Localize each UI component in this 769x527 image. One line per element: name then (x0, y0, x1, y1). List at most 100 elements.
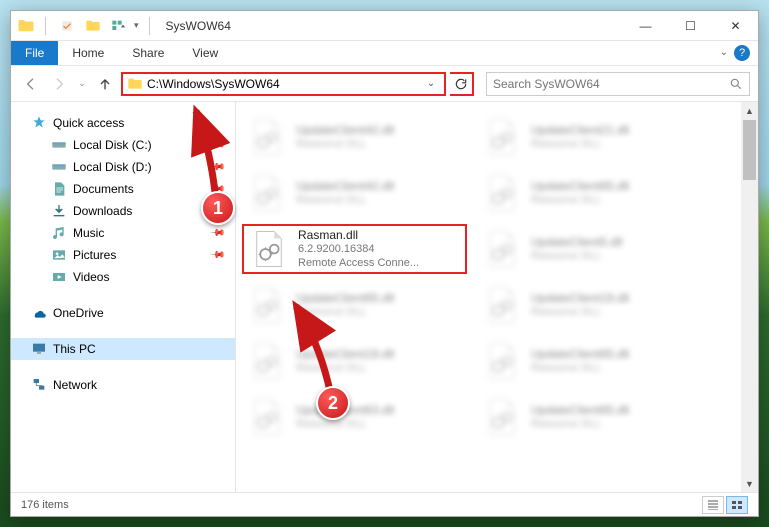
scroll-down-button[interactable]: ▼ (741, 475, 758, 492)
ribbon-expand-icon[interactable]: ⌄ (720, 47, 728, 58)
file-description: Resource DLL (296, 138, 394, 152)
sidebar-item-this-pc[interactable]: This PC (11, 338, 235, 360)
sidebar-item-local-c[interactable]: Local Disk (C:) 📌 (11, 134, 235, 156)
file-text: UpdateClient65.dllResource DLL (531, 403, 629, 432)
file-item[interactable]: UpdateClient42.dllResource DLL (242, 112, 467, 162)
properties-button[interactable] (56, 15, 78, 37)
sidebar-label: Documents (73, 182, 134, 196)
file-text: UpdateClient21.dllResource DLL (531, 123, 629, 152)
file-name: UpdateClient5.dll (531, 235, 622, 250)
file-grid: UpdateClient42.dllResource DLLUpdateClie… (236, 102, 758, 452)
up-arrow-icon (97, 76, 113, 92)
videos-icon (51, 269, 67, 285)
sidebar-item-pictures[interactable]: Pictures 📌 (11, 244, 235, 266)
sidebar-item-onedrive[interactable]: OneDrive (11, 302, 235, 324)
file-item[interactable]: UpdateClient65.dllResource DLL (477, 336, 702, 386)
sidebar-item-local-d[interactable]: Local Disk (D:) 📌 (11, 156, 235, 178)
statusbar: 176 items (11, 492, 758, 516)
file-text: UpdateClient65.dllResource DLL (531, 347, 629, 376)
content-pane[interactable]: UpdateClient42.dllResource DLLUpdateClie… (236, 102, 758, 492)
sidebar-label: Local Disk (D:) (73, 160, 152, 174)
up-button[interactable] (93, 72, 117, 96)
tab-view[interactable]: View (178, 41, 232, 65)
file-text: UpdateClient19.dllResource DLL (531, 291, 629, 320)
file-name: UpdateClient65.dll (296, 291, 394, 306)
new-folder-button[interactable] (82, 15, 104, 37)
sidebar-item-documents[interactable]: Documents 📌 (11, 178, 235, 200)
file-item-highlighted[interactable]: Rasman.dll6.2.9200.16384Remote Access Co… (242, 224, 467, 274)
tab-share[interactable]: Share (118, 41, 178, 65)
dll-file-icon (246, 340, 288, 382)
divider (149, 17, 150, 35)
file-item[interactable]: UpdateClient19.dllResource DLL (477, 280, 702, 330)
file-item[interactable]: UpdateClient42.dllResource DLL (242, 168, 467, 218)
dll-file-icon (246, 284, 288, 326)
navigation-pane[interactable]: Quick access Local Disk (C:) 📌 Local Dis… (11, 102, 236, 492)
search-box[interactable] (486, 72, 750, 96)
sidebar-item-network[interactable]: Network (11, 374, 235, 396)
file-name: UpdateClient65.dll (531, 347, 629, 362)
sidebar-item-videos[interactable]: Videos (11, 266, 235, 288)
dll-file-icon (481, 172, 523, 214)
recent-locations-button[interactable]: ⌄ (75, 72, 89, 96)
minimize-icon: — (640, 19, 652, 33)
scroll-up-button[interactable]: ▲ (741, 102, 758, 119)
pin-icon: 📌 (208, 137, 225, 154)
file-item[interactable]: UpdateClient21.dllResource DLL (477, 112, 702, 162)
sidebar-item-downloads[interactable]: Downloads 📌 (11, 200, 235, 222)
help-button[interactable]: ? (734, 45, 750, 61)
sidebar-label: Music (73, 226, 104, 240)
forward-button[interactable] (47, 72, 71, 96)
folder-new-icon (85, 19, 101, 33)
downloads-icon (51, 203, 67, 219)
file-text: UpdateClient65.dllResource DLL (296, 291, 394, 320)
quick-access-toolbar: ▾ (17, 15, 156, 37)
file-text: UpdateClient42.dllResource DLL (296, 179, 394, 208)
music-icon (51, 225, 67, 241)
file-item[interactable]: UpdateClient5.dllResource DLL (477, 224, 702, 274)
network-icon (31, 377, 47, 393)
file-name: UpdateClient42.dll (296, 179, 394, 194)
qat-customize-button[interactable] (108, 15, 130, 37)
search-input[interactable] (493, 77, 729, 91)
checkbox-icon (60, 19, 74, 33)
large-icons-view-button[interactable] (726, 496, 748, 514)
file-description: Resource DLL (531, 418, 629, 432)
file-description: Resource DLL (531, 194, 629, 208)
file-item[interactable]: UpdateClient19.dllResource DLL (242, 336, 467, 386)
address-input[interactable] (143, 77, 422, 91)
file-item[interactable]: UpdateClient65.dllResource DLL (242, 280, 467, 330)
dll-file-icon (246, 116, 288, 158)
back-button[interactable] (19, 72, 43, 96)
file-description: Resource DLL (531, 362, 629, 376)
minimize-button[interactable]: — (623, 11, 668, 40)
sidebar-label: Quick access (53, 116, 124, 130)
qat-dropdown-icon[interactable]: ▾ (134, 20, 139, 31)
tab-home[interactable]: Home (58, 41, 118, 65)
address-dropdown-icon[interactable]: ⌄ (422, 78, 440, 89)
scrollbar-thumb[interactable] (743, 120, 756, 180)
file-item[interactable]: UpdateClient65.dllResource DLL (477, 392, 702, 442)
file-item[interactable]: UpdateClient65.dllResource DLL (477, 168, 702, 218)
tab-file[interactable]: File (11, 41, 58, 65)
sidebar-item-music[interactable]: Music 📌 (11, 222, 235, 244)
sidebar-label: Pictures (73, 248, 116, 262)
address-bar[interactable]: ⌄ (121, 72, 446, 96)
folder-icon (17, 17, 35, 35)
file-description: Resource DLL (531, 306, 629, 320)
view-toggles (702, 496, 748, 514)
dll-file-icon (481, 116, 523, 158)
titlebar[interactable]: ▾ SysWOW64 — ☐ ✕ (11, 11, 758, 41)
maximize-icon: ☐ (685, 19, 696, 33)
window-controls: — ☐ ✕ (623, 11, 758, 40)
file-item[interactable]: UpdateClient63.dllResource DLL (242, 392, 467, 442)
dll-file-icon (481, 340, 523, 382)
close-button[interactable]: ✕ (713, 11, 758, 40)
refresh-button[interactable] (450, 72, 474, 96)
sidebar-label: Network (53, 378, 97, 392)
maximize-button[interactable]: ☐ (668, 11, 713, 40)
item-count: 176 items (21, 499, 69, 511)
details-view-button[interactable] (702, 496, 724, 514)
vertical-scrollbar[interactable]: ▲ ▼ (741, 102, 758, 492)
sidebar-item-quick-access[interactable]: Quick access (11, 112, 235, 134)
